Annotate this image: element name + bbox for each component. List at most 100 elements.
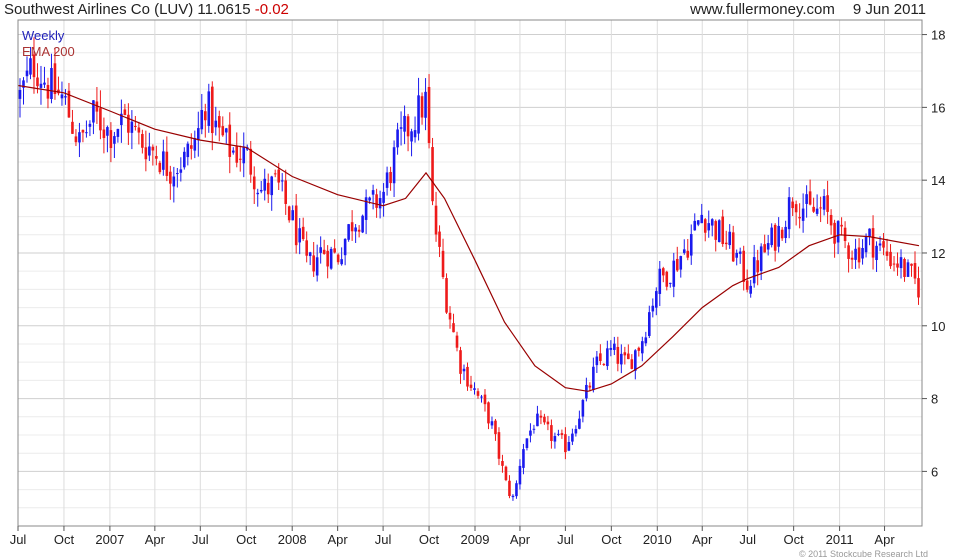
weekly-bar-body	[543, 416, 546, 423]
weekly-bar-body	[668, 282, 672, 284]
weekly-bar-body	[197, 128, 200, 141]
weekly-bar-body	[249, 148, 253, 175]
weekly-bar-body	[742, 250, 745, 282]
weekly-bar-body	[557, 433, 560, 435]
weekly-bar-body	[613, 343, 616, 350]
weekly-bar-body	[155, 156, 158, 159]
weekly-bar-body	[50, 68, 53, 100]
weekly-bar-body	[794, 204, 798, 213]
weekly-bar-body	[291, 210, 294, 221]
weekly-bar-body	[406, 116, 410, 137]
x-tick-label: Jul	[557, 532, 574, 547]
weekly-bar-body	[127, 114, 130, 133]
weekly-bar-body	[599, 353, 602, 362]
weekly-bar-body	[392, 147, 396, 184]
weekly-bar-body	[805, 194, 808, 204]
weekly-bar-body	[116, 128, 120, 137]
weekly-bar-body	[228, 124, 232, 157]
weekly-bar-body	[190, 145, 193, 149]
weekly-bar-body	[822, 196, 826, 210]
weekly-bar-body	[231, 150, 235, 153]
weekly-bar-body	[266, 182, 270, 195]
weekly-bar-body	[473, 388, 476, 390]
weekly-bar-body	[595, 356, 599, 366]
weekly-bar-body	[85, 132, 88, 134]
weekly-bar-body	[287, 206, 291, 221]
weekly-bar-body	[364, 197, 368, 220]
weekly-bar-body	[259, 189, 263, 192]
weekly-bar-body	[200, 110, 204, 130]
weekly-bar-body	[889, 251, 892, 267]
weekly-bar-body	[686, 250, 690, 258]
x-tick-label: Apr	[510, 532, 531, 547]
x-tick-label: 2008	[278, 532, 307, 547]
weekly-bar-body	[899, 257, 903, 269]
weekly-bar-body	[361, 215, 364, 233]
weekly-bar-body	[466, 366, 469, 387]
weekly-bar-body	[39, 83, 43, 88]
weekly-bar-body	[571, 433, 574, 442]
weekly-bar-body	[546, 421, 550, 425]
weekly-bar-body	[441, 250, 445, 278]
weekly-bar-body	[721, 216, 725, 245]
weekly-bar-body	[833, 222, 836, 244]
weekly-bar-body	[780, 229, 784, 239]
plot-frame	[17, 19, 923, 527]
weekly-bar-body	[371, 190, 375, 195]
weekly-bar-body	[749, 285, 752, 294]
weekly-bar-body	[217, 116, 221, 128]
weekly-bar-body	[567, 442, 571, 451]
weekly-bar-body	[403, 115, 406, 132]
weekly-bar-body	[627, 353, 630, 360]
x-tick-label: Oct	[54, 532, 75, 547]
weekly-bar-body	[766, 243, 770, 250]
ema-line	[17, 84, 920, 392]
weekly-bar-body	[707, 223, 711, 231]
weekly-bar-body	[578, 418, 581, 429]
x-tick-label: Oct	[419, 532, 440, 547]
weekly-bar-body	[661, 268, 665, 276]
weekly-bar-body	[483, 394, 487, 405]
weekly-bar-body	[682, 249, 686, 253]
weekly-bar-body	[756, 260, 759, 273]
x-tick-label: Apr	[328, 532, 349, 547]
weekly-bar-body	[273, 173, 277, 175]
weekly-bar-body	[88, 123, 92, 127]
weekly-bar-body	[64, 96, 67, 98]
weekly-bar-body	[798, 216, 801, 219]
weekly-bar-body	[641, 341, 644, 354]
weekly-bar-body	[791, 201, 794, 209]
weekly-bar-body	[511, 495, 515, 498]
weekly-bar-body	[294, 205, 298, 246]
weekly-bar-body	[696, 220, 700, 225]
weekly-bar-body	[165, 151, 169, 176]
weekly-bar-body	[413, 130, 417, 138]
weekly-bar-body	[665, 271, 669, 287]
weekly-bar-body	[480, 396, 483, 398]
weekly-bar-body	[878, 243, 882, 246]
price-chart: 6 8 10 12 14 16 18 Jul Oct 2007 Apr Jul Oct 2008 Apr Ju…	[10, 19, 945, 547]
y-tick-label: 8	[931, 392, 938, 407]
weekly-bar-body	[801, 208, 805, 221]
weekly-bar-body	[319, 247, 322, 253]
weekly-bar-body	[620, 353, 623, 365]
weekly-bar-body	[693, 220, 697, 231]
weekly-bar-body	[808, 191, 812, 205]
weekly-bar-body	[672, 260, 676, 287]
weekly-bar-body	[735, 252, 739, 258]
weekly-bar-body	[917, 278, 920, 298]
weekly-bar-body	[130, 121, 134, 133]
weekly-bar-body	[717, 220, 721, 243]
weekly-bar-body	[420, 96, 424, 118]
weekly-bar-body	[829, 214, 833, 226]
weekly-bar-body	[354, 227, 357, 232]
weekly-bar-body	[375, 194, 378, 208]
weekly-bar-body	[99, 108, 102, 131]
weekly-bar-body	[675, 258, 679, 271]
chart-grid	[17, 20, 922, 527]
weekly-bar-body	[882, 241, 885, 248]
weekly-bar-body	[648, 312, 651, 336]
weekly-bar-body	[221, 126, 225, 136]
x-tick-label: Apr	[874, 532, 895, 547]
x-tick-label: Oct	[236, 532, 257, 547]
